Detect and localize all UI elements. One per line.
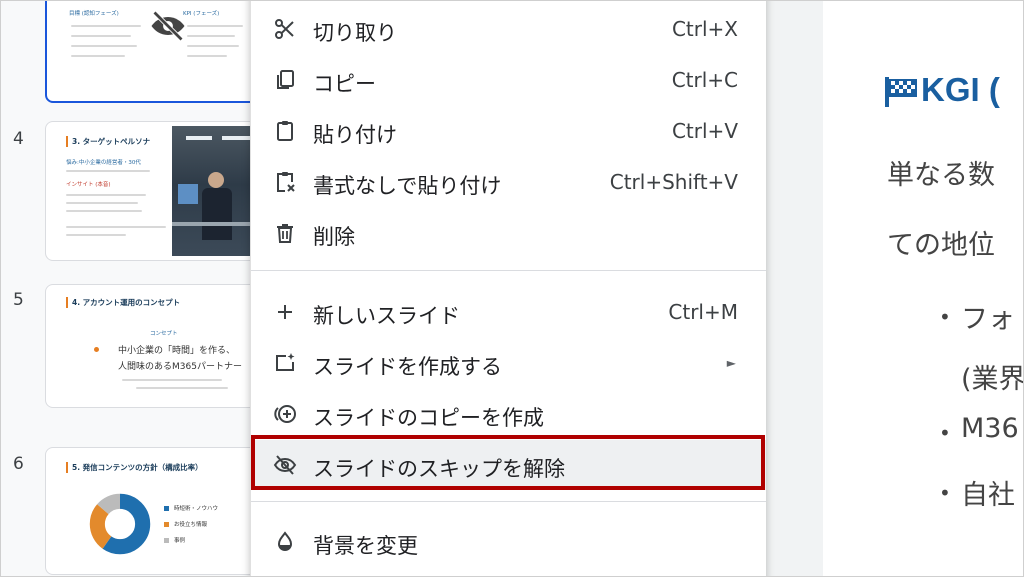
menu-item-shortcut: Ctrl+V xyxy=(671,119,738,143)
bullet-text: フォ xyxy=(961,304,1015,335)
menu-item-change-background[interactable]: 背景を変更 xyxy=(251,517,766,567)
menu-item-cut[interactable]: 切り取り Ctrl+X xyxy=(251,4,766,54)
menu-item-shortcut: Ctrl+X xyxy=(671,17,738,41)
menu-item-label: 新しいスライド xyxy=(313,304,460,328)
slide-heading: KGI ( xyxy=(921,71,1000,108)
donut-chart xyxy=(89,493,151,555)
duplicate-icon xyxy=(274,405,296,423)
menu-item-label: スライドを作成する xyxy=(313,355,502,379)
drop-icon xyxy=(277,531,293,551)
annotation-highlight-box xyxy=(251,435,765,490)
slide-editor-canvas[interactable]: KGI ( 単なる数 ての地位 • フォ (業界 • M36 • 自社 xyxy=(823,1,1024,576)
menu-separator xyxy=(251,270,766,271)
menu-item-shortcut: Ctrl+Shift+V xyxy=(609,170,738,194)
bullet-dot: • xyxy=(939,421,951,445)
menu-item-shortcut: Ctrl+M xyxy=(668,300,738,324)
menu-item-new-slide[interactable]: 新しいスライド Ctrl+M xyxy=(251,287,766,337)
thumb-photo xyxy=(172,126,262,256)
slide-filmstrip: 目標 (認知フェーズ) KPI (フェーズ) 4 3. ターゲットペルソナ 悩み… xyxy=(1,1,265,576)
menu-item-create-slide[interactable]: スライドを作成する ► xyxy=(251,338,766,388)
paste-plain-icon xyxy=(277,172,295,192)
legend-label: 時短術・ノウハウ xyxy=(174,506,219,512)
bullet-text: M36 xyxy=(961,413,1019,444)
slide-number: 5 xyxy=(13,290,24,310)
thumb-title: 5. 発信コンテンツの方針（構成比率） xyxy=(66,462,203,473)
thumb-text: コンセプト xyxy=(150,331,178,337)
create-slide-icon xyxy=(276,353,295,371)
menu-item-label: 貼り付け xyxy=(313,123,397,147)
slide-thumbnail-3[interactable]: 目標 (認知フェーズ) KPI (フェーズ) xyxy=(45,1,265,103)
trash-icon xyxy=(277,224,293,243)
thumb-title: 3. ターゲットペルソナ xyxy=(66,136,150,147)
copy-icon xyxy=(277,70,294,89)
thumb-text: 悩み:中小企業の経営者・30代 xyxy=(66,160,141,166)
bullet-text: (業界 xyxy=(961,364,1024,395)
slide-thumbnail-5[interactable]: 4. アカウント運用のコンセプト コンセプト 中小企業の「時間」を作る、 人間味… xyxy=(45,284,263,408)
menu-item-label: 切り取り xyxy=(313,21,397,45)
slide-number: 4 xyxy=(13,129,24,149)
menu-item-label: スライドのコピーを作成 xyxy=(313,406,544,430)
bullet-dot: • xyxy=(939,481,951,505)
menu-item-label: 削除 xyxy=(313,225,355,249)
menu-item-label: 書式なしで貼り付け xyxy=(313,174,502,198)
bullet-text: 自社 xyxy=(961,480,1015,511)
thumb-text: 目標 (認知フェーズ) xyxy=(69,11,119,17)
menu-separator xyxy=(251,501,766,502)
scissors-icon xyxy=(275,19,294,39)
thumb-text: 人間味のあるM365パートナー xyxy=(118,362,242,372)
app-window: 目標 (認知フェーズ) KPI (フェーズ) 4 3. ターゲットペルソナ 悩み… xyxy=(0,0,1024,577)
checkered-flag-icon xyxy=(885,77,917,107)
slide-number: 6 xyxy=(13,454,24,474)
menu-item-shortcut: Ctrl+C xyxy=(671,68,738,92)
menu-item-paste-without-formatting[interactable]: 書式なしで貼り付け Ctrl+Shift+V xyxy=(251,157,766,207)
menu-item-duplicate-slide[interactable]: スライドのコピーを作成 xyxy=(251,389,766,439)
legend-label: 事例 xyxy=(174,538,186,544)
submenu-arrow-icon: ► xyxy=(726,356,736,370)
paste-icon xyxy=(277,121,293,141)
slide-body-text: 単なる数 xyxy=(887,160,995,191)
legend-label: お役立ち情報 xyxy=(174,522,208,528)
menu-item-paste[interactable]: 貼り付け Ctrl+V xyxy=(251,106,766,156)
thumb-text: インサイト (本音) xyxy=(66,182,111,188)
thumb-title: 4. アカウント運用のコンセプト xyxy=(66,297,180,308)
context-menu: 切り取り Ctrl+X コピー Ctrl+C 貼り付け Ctrl+V 書式なしで… xyxy=(250,1,766,576)
slide-thumbnail-4[interactable]: 3. ターゲットペルソナ 悩み:中小企業の経営者・30代 インサイト (本音) xyxy=(45,121,263,261)
thumb-text: KPI (フェーズ) xyxy=(183,11,220,17)
slide-body-text: ての地位 xyxy=(887,230,995,261)
menu-item-label: コピー xyxy=(313,72,376,96)
menu-item-delete[interactable]: 削除 xyxy=(251,208,766,258)
skipped-slide-eye-off-icon xyxy=(151,11,185,41)
menu-item-copy[interactable]: コピー Ctrl+C xyxy=(251,55,766,105)
bullet-dot: • xyxy=(939,305,951,329)
plus-icon xyxy=(278,305,292,319)
thumb-text: 中小企業の「時間」を作る、 xyxy=(118,346,236,356)
menu-item-label: 背景を変更 xyxy=(313,534,418,558)
slide-thumbnail-6[interactable]: 5. 発信コンテンツの方針（構成比率） 時短術・ノウハウ お役立ち情報 事例 xyxy=(45,447,263,575)
